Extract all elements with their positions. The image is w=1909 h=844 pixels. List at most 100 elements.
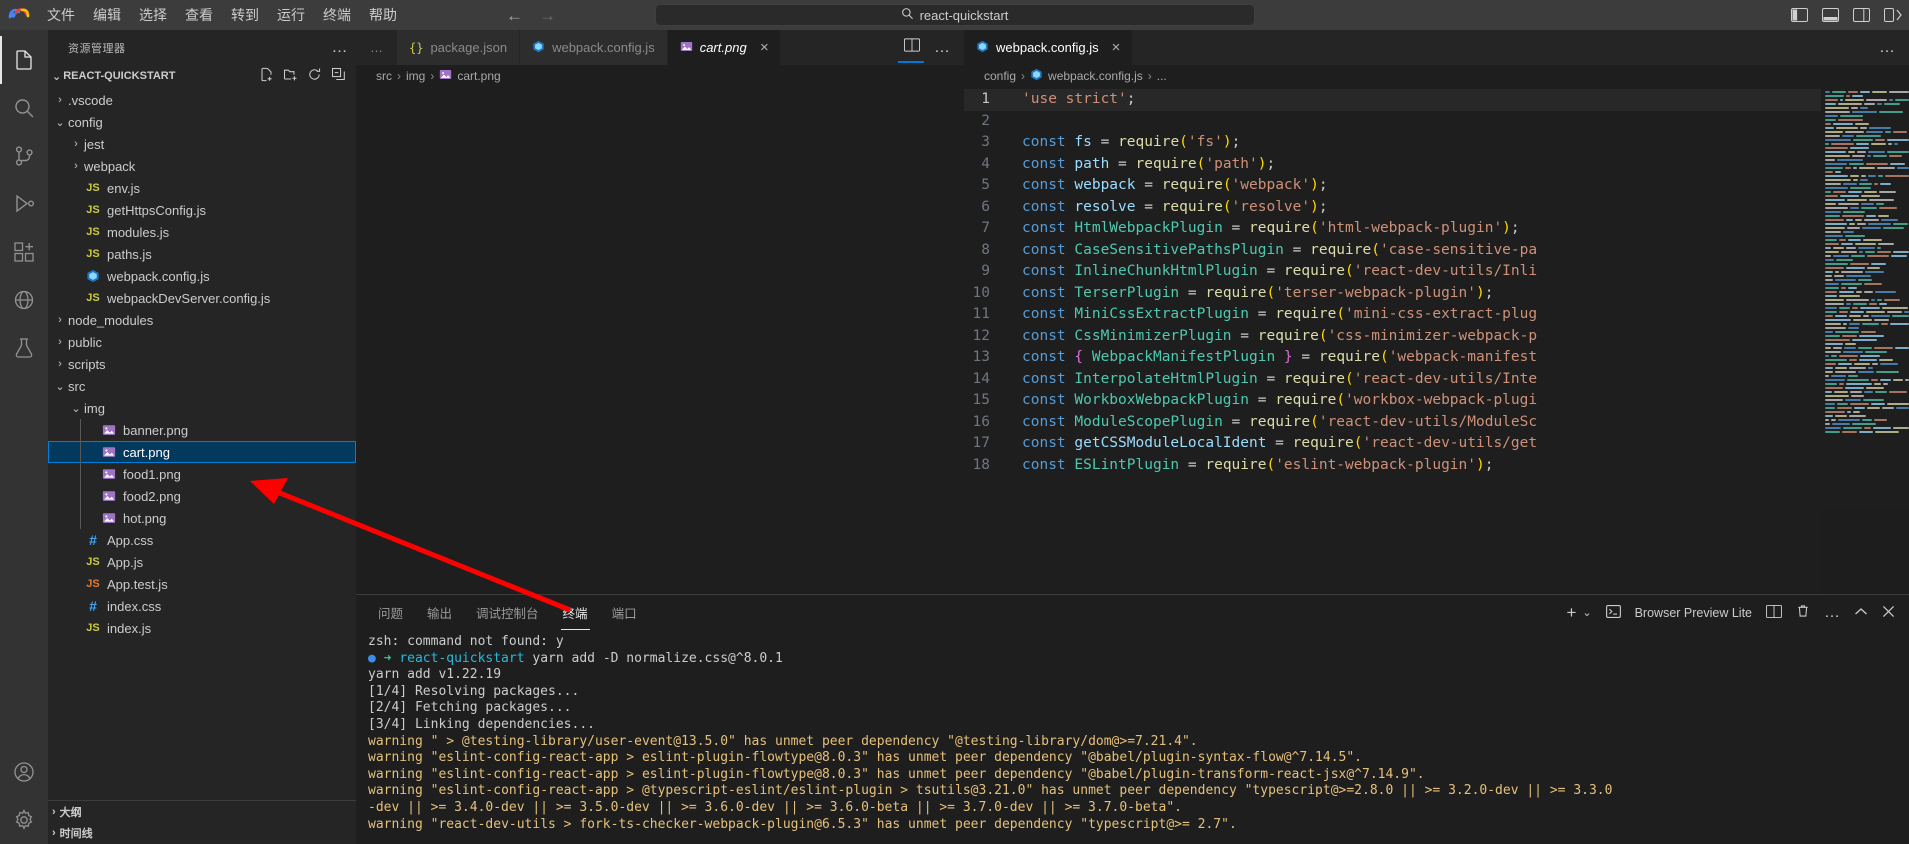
activity-search[interactable] [0, 84, 48, 132]
editor-more-actions-icon[interactable]: … [934, 39, 950, 57]
tree-file-row[interactable]: food1.png [48, 463, 356, 485]
activity-accounts[interactable] [0, 748, 48, 796]
tab-webpack-config-right[interactable]: webpack.config.js × [964, 30, 1133, 65]
tree-folder-row[interactable]: › webpack [48, 155, 356, 177]
split-terminal-icon[interactable] [1766, 605, 1782, 621]
new-terminal-icon[interactable]: + [1566, 603, 1576, 623]
tab-debug-console[interactable]: 调试控制台 [474, 597, 541, 628]
tree-file-row[interactable]: JS App.test.js [48, 573, 356, 595]
tree-file-row[interactable]: # index.css [48, 595, 356, 617]
command-center-search[interactable]: react-quickstart [655, 4, 1255, 26]
timeline-section[interactable]: › 时间线 [48, 822, 356, 844]
code-editor[interactable]: 1 'use strict'; 2 3 const fs = require('fs')… [964, 87, 1909, 594]
forward-icon[interactable]: → [539, 7, 556, 24]
code-line[interactable]: 9 const InlineChunkHtmlPlugin = require('… [964, 261, 1821, 283]
chevron-down-icon[interactable]: ⌄ [1582, 606, 1591, 619]
tab-problems[interactable]: 问题 [376, 597, 405, 628]
activity-manage-gear[interactable] [0, 796, 48, 844]
menu-terminal[interactable]: 终端 [314, 2, 360, 28]
code-line[interactable]: 5 const webpack = require('webpack'); [964, 175, 1821, 197]
tree-file-row[interactable]: cart.png [48, 441, 356, 463]
tree-folder-row[interactable]: ⌄ config [48, 111, 356, 133]
sidebar-more-actions-icon[interactable]: … [332, 39, 349, 57]
split-editor-icon[interactable] [904, 38, 920, 57]
activity-run-and-debug[interactable] [0, 180, 48, 228]
code-line[interactable]: 7 const HtmlWebpackPlugin = require('html… [964, 218, 1821, 240]
panel-more-actions-icon[interactable]: … [1824, 604, 1840, 622]
tree-folder-row[interactable]: › public [48, 331, 356, 353]
back-icon[interactable]: ← [506, 7, 523, 24]
tree-file-row[interactable]: JS App.js [48, 551, 356, 573]
tree-folder-row[interactable]: › jest [48, 133, 356, 155]
tree-folder-row[interactable]: ⌄ src [48, 375, 356, 397]
code-line[interactable]: 2 [964, 111, 1821, 133]
breadcrumb-item[interactable]: img [406, 69, 425, 83]
tree-file-row[interactable]: banner.png [48, 419, 356, 441]
collapse-all-icon[interactable] [331, 67, 346, 85]
tree-file-row[interactable]: JS paths.js [48, 243, 356, 265]
tab-package-json[interactable]: {} package.json [397, 30, 520, 65]
tab-cart-png[interactable]: cart.png × [668, 30, 782, 65]
code-line[interactable]: 6 const resolve = require('resolve'); [964, 197, 1821, 219]
chevron-up-icon[interactable] [1854, 605, 1868, 620]
tree-file-row[interactable]: JS webpackDevServer.config.js [48, 287, 356, 309]
tree-file-row[interactable]: food2.png [48, 485, 356, 507]
code-line[interactable]: 8 const CaseSensitivePathsPlugin = requir… [964, 240, 1821, 262]
tree-file-row[interactable]: JS modules.js [48, 221, 356, 243]
tree-file-row[interactable]: JS getHttpsConfig.js [48, 199, 356, 221]
file-tree[interactable]: › .vscode ⌄ config › jest › webpack JS env.js JS ge… [48, 87, 356, 800]
code-line[interactable]: 11 const MiniCssExtractPlugin = require('… [964, 304, 1821, 326]
toggle-primary-sidebar-icon[interactable] [1791, 8, 1808, 22]
customize-layout-icon[interactable] [1884, 8, 1901, 22]
tree-file-row[interactable]: JS index.js [48, 617, 356, 639]
tree-file-row[interactable]: webpack.config.js [48, 265, 356, 287]
tree-folder-row[interactable]: ⌄ img [48, 397, 356, 419]
menu-help[interactable]: 帮助 [360, 2, 406, 28]
tabs-overflow-icon[interactable]: … [356, 30, 397, 65]
menu-view[interactable]: 查看 [176, 2, 222, 28]
tree-folder-row[interactable]: › .vscode [48, 89, 356, 111]
code-line[interactable]: 1 'use strict'; [964, 89, 1821, 111]
breadcrumb-item[interactable]: config [984, 69, 1016, 83]
browser-preview-lite-label[interactable]: Browser Preview Lite [1635, 606, 1752, 620]
code-line[interactable]: 4 const path = require('path'); [964, 154, 1821, 176]
code-line[interactable]: 18 const ESLintPlugin = require('eslint-w… [964, 455, 1821, 477]
close-icon[interactable]: × [1112, 40, 1121, 55]
menu-selection[interactable]: 选择 [130, 2, 176, 28]
tree-file-row[interactable]: JS env.js [48, 177, 356, 199]
trash-icon[interactable] [1796, 604, 1810, 621]
tab-terminal[interactable]: 终端 [561, 597, 590, 628]
close-icon[interactable] [1882, 605, 1895, 621]
breadcrumb-item[interactable]: webpack.config.js [1048, 69, 1143, 83]
menu-file[interactable]: 文件 [38, 2, 84, 28]
activity-testing[interactable] [0, 324, 48, 372]
outline-section[interactable]: › 大纲 [48, 800, 356, 822]
new-folder-icon[interactable] [283, 67, 298, 85]
code-line[interactable]: 17 const getCSSModuleLocalIdent = require… [964, 433, 1821, 455]
code-line[interactable]: 13 const { WebpackManifestPlugin } = requ… [964, 347, 1821, 369]
breadcrumb-item[interactable]: cart.png [457, 69, 500, 83]
activity-remote-explorer[interactable] [0, 276, 48, 324]
refresh-icon[interactable] [307, 67, 322, 85]
code-line[interactable]: 10 const TerserPlugin = require('terser-w… [964, 283, 1821, 305]
tree-file-row[interactable]: # App.css [48, 529, 356, 551]
breadcrumb-item[interactable]: src [376, 69, 392, 83]
tab-webpack-config-left[interactable]: webpack.config.js [520, 30, 668, 65]
tree-folder-row[interactable]: › node_modules [48, 309, 356, 331]
menu-run[interactable]: 运行 [268, 2, 314, 28]
menu-edit[interactable]: 编辑 [84, 2, 130, 28]
breadcrumb-item[interactable]: ... [1157, 69, 1167, 83]
activity-source-control[interactable] [0, 132, 48, 180]
activity-extensions[interactable] [0, 228, 48, 276]
close-icon[interactable]: × [760, 40, 769, 55]
tab-output[interactable]: 输出 [425, 597, 454, 628]
menu-go[interactable]: 转到 [222, 2, 268, 28]
code-lines[interactable]: 1'use strict'; 2 3 const fs = require('fs')… [964, 87, 1821, 594]
tree-file-row[interactable]: hot.png [48, 507, 356, 529]
terminal-output[interactable]: zsh: command not found: y ● ➜ react-quick… [356, 630, 1909, 844]
code-line[interactable]: 12 const CssMinimizerPlugin = require('cs… [964, 326, 1821, 348]
code-line[interactable]: 15 const WorkboxWebpackPlugin = require('… [964, 390, 1821, 412]
code-line[interactable]: 14 const InterpolateHtmlPlugin = require(… [964, 369, 1821, 391]
toggle-panel-icon[interactable] [1822, 8, 1839, 22]
code-line[interactable]: 16 const ModuleScopePlugin = require('rea… [964, 412, 1821, 434]
